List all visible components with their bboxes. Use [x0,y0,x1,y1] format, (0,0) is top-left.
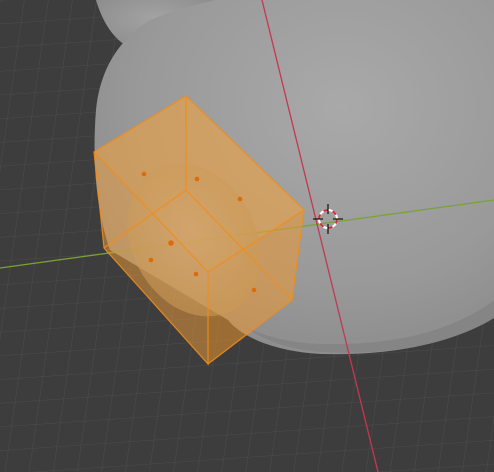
vertex-dot [168,240,174,246]
3d-viewport[interactable] [0,0,494,472]
vertex-dot [251,287,257,293]
vertex-dot [237,196,243,202]
vertex-dot [193,271,199,277]
vertex-dot [141,171,147,177]
vertex-dot [148,257,154,263]
viewport-canvas[interactable] [0,0,494,472]
vertex-dot [194,176,200,182]
